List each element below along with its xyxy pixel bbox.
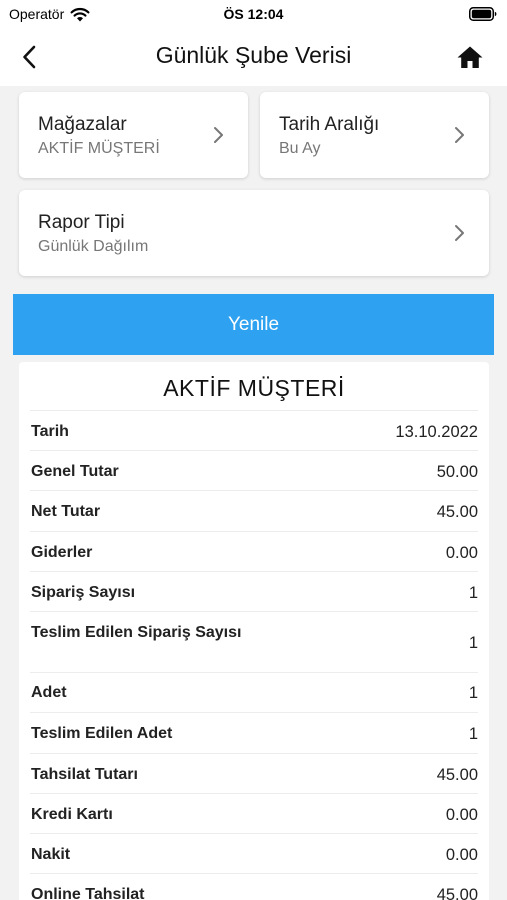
home-icon — [457, 46, 483, 68]
row-value: 0.00 — [445, 544, 478, 562]
report-row: Kredi Kartı 0.00 — [30, 794, 478, 834]
date-range-filter-value: Bu Ay — [279, 140, 321, 157]
report-row: Net Tutar 45.00 — [30, 491, 478, 532]
report-card: AKTİF MÜŞTERİ Tarih 13.10.2022 Genel Tut… — [19, 362, 489, 900]
row-value: 1 — [468, 725, 478, 743]
report-type-filter-value: Günlük Dağılım — [38, 238, 149, 255]
report-row: Sipariş Sayısı 1 — [30, 572, 478, 612]
status-bar: Operatör ÖS 12:04 — [0, 0, 507, 28]
report-row: Teslim Edilen Adet 1 — [30, 713, 478, 754]
row-value: 1 — [468, 584, 478, 602]
row-label: Adet — [31, 684, 67, 701]
row-value: 13.10.2022 — [395, 423, 478, 441]
stores-filter-card[interactable]: Mağazalar AKTİF MÜŞTERİ — [19, 92, 248, 178]
home-button[interactable] — [455, 42, 485, 72]
date-range-filter-title: Tarih Aralığı — [279, 114, 380, 135]
report-row: Online Tahsilat 45.00 — [30, 874, 478, 900]
row-value: 45.00 — [436, 766, 478, 784]
report-row: Genel Tutar 50.00 — [30, 451, 478, 491]
row-label: Nakit — [31, 846, 71, 863]
stores-filter-title: Mağazalar — [38, 114, 127, 135]
report-type-filter-title: Rapor Tipi — [38, 212, 125, 233]
row-label: Kredi Kartı — [31, 806, 113, 823]
row-label: Teslim Edilen Adet — [31, 725, 173, 742]
row-value: 0.00 — [445, 846, 478, 864]
status-time: ÖS 12:04 — [223, 6, 284, 22]
row-value: 1 — [468, 684, 478, 702]
row-label: Tarih — [31, 423, 69, 440]
date-range-filter-card[interactable]: Tarih Aralığı Bu Ay — [260, 92, 489, 178]
battery-icon — [469, 7, 497, 26]
row-value: 45.00 — [436, 503, 478, 521]
row-value: 0.00 — [445, 806, 478, 824]
row-label: Net Tutar — [31, 503, 101, 520]
report-title: AKTİF MÜŞTERİ — [163, 375, 345, 401]
stores-filter-value: AKTİF MÜŞTERİ — [38, 140, 160, 157]
report-type-filter-card[interactable]: Rapor Tipi Günlük Dağılım — [19, 190, 489, 276]
report-row: Teslim Edilen Sipariş Sayısı 1 — [30, 612, 478, 673]
chevron-right-icon — [455, 225, 464, 241]
report-row: Giderler 0.00 — [30, 532, 478, 572]
report-row: Tahsilat Tutarı 45.00 — [30, 754, 478, 794]
page-title: Günlük Şube Verisi — [155, 42, 352, 68]
row-label: Teslim Edilen Sipariş Sayısı — [31, 624, 242, 641]
navigation-bar: Günlük Şube Verisi — [0, 28, 507, 86]
row-value: 50.00 — [436, 463, 478, 481]
report-row: Tarih 13.10.2022 — [30, 411, 478, 451]
chevron-right-icon — [214, 127, 223, 143]
row-label: Tahsilat Tutarı — [31, 766, 138, 783]
row-value: 45.00 — [436, 886, 478, 900]
row-label: Sipariş Sayısı — [31, 584, 136, 601]
row-value: 1 — [468, 634, 478, 652]
report-row: Adet 1 — [30, 673, 478, 713]
chevron-right-icon — [455, 127, 464, 143]
row-label: Genel Tutar — [31, 463, 119, 480]
report-row: Nakit 0.00 — [30, 834, 478, 874]
row-label: Giderler — [31, 544, 93, 561]
row-label: Online Tahsilat — [31, 886, 145, 900]
refresh-button[interactable]: Yenile — [13, 294, 494, 355]
